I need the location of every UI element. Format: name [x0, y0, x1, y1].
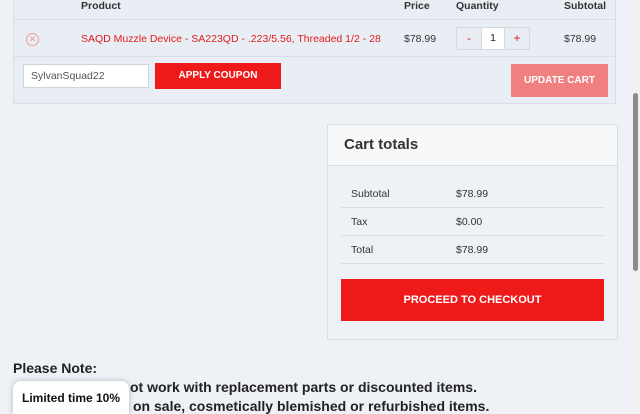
header-divider — [14, 19, 615, 20]
totals-value: $0.00 — [456, 216, 483, 228]
header-subtotal: Subtotal — [564, 0, 606, 12]
cart-totals-panel: Cart totals Subtotal $78.99 Tax $0.00 To… — [327, 124, 618, 340]
quantity-stepper[interactable]: - 1 + — [456, 27, 530, 50]
totals-label: Total — [351, 244, 374, 256]
coupon-input[interactable]: SylvanSquad22 — [23, 64, 149, 88]
totals-value: $78.99 — [456, 188, 489, 200]
note-title: Please Note: — [13, 360, 98, 376]
qty-minus-button[interactable]: - — [457, 28, 481, 49]
item-price: $78.99 — [404, 33, 437, 45]
promo-tab[interactable]: Limited time 10% — [13, 381, 129, 414]
totals-row-subtotal: Subtotal $78.99 — [341, 180, 604, 208]
update-cart-button[interactable]: UPDATE CART — [511, 64, 608, 97]
qty-input[interactable]: 1 — [481, 28, 505, 49]
header-quantity: Quantity — [456, 0, 499, 12]
product-link[interactable]: SAQD Muzzle Device - SA223QD - .223/5.56… — [81, 33, 381, 45]
proceed-to-checkout-button[interactable]: PROCEED TO CHECKOUT — [341, 279, 604, 321]
totals-row-total: Total $78.99 — [341, 236, 604, 264]
scrollbar[interactable] — [630, 0, 640, 414]
item-subtotal: $78.99 — [564, 33, 597, 45]
x-circle-icon[interactable]: ✕ — [26, 33, 39, 46]
totals-label: Subtotal — [351, 188, 390, 200]
header-product: Product — [81, 0, 121, 12]
cart-totals-title: Cart totals — [328, 125, 617, 166]
header-price: Price — [404, 0, 430, 12]
row-divider — [14, 56, 615, 57]
totals-value: $78.99 — [456, 244, 489, 256]
apply-coupon-button[interactable]: APPLY COUPON — [155, 63, 281, 89]
qty-plus-button[interactable]: + — [505, 28, 529, 49]
totals-row-tax: Tax $0.00 — [341, 208, 604, 236]
cart-table: Product Price Quantity Subtotal ✕ SAQD M… — [13, 0, 616, 104]
totals-label: Tax — [351, 216, 368, 228]
scrollbar-thumb[interactable] — [633, 93, 638, 271]
note-line-1: ot work with replacement parts or discou… — [130, 379, 477, 395]
note-line-2: on sale, cosmetically blemished or refur… — [133, 398, 490, 414]
